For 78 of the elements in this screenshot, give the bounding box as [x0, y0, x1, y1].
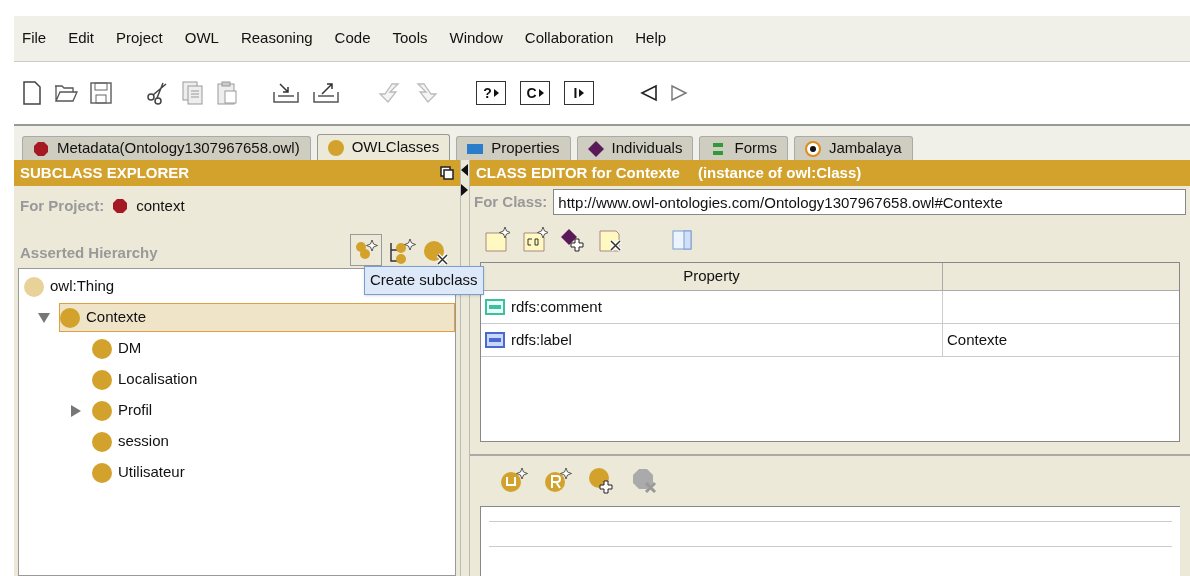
panel-subtitle: (instance of owl:Class): [697, 162, 862, 183]
panel-title: SUBCLASS EXPLORER: [20, 162, 190, 183]
section-label: Asserted Hierarchy: [20, 242, 158, 263]
column-header[interactable]: Property: [683, 265, 740, 288]
export-icon[interactable]: [312, 82, 340, 104]
tab[interactable]: Metadata(Ontology1307967658.owl): [22, 136, 311, 160]
tab[interactable]: Individuals: [576, 136, 694, 160]
tab[interactable]: Jambalaya: [793, 136, 913, 160]
class-circle-icon: [60, 307, 80, 328]
menu-item[interactable]: Help: [635, 27, 667, 50]
class-circle-icon: [92, 400, 112, 421]
project-name: context: [136, 195, 185, 216]
table-cell-text: Contexte: [947, 329, 1008, 350]
class-circle-icon: [92, 369, 112, 390]
project-label: For Project:: [20, 195, 105, 216]
tree-item[interactable]: Contexte: [59, 303, 455, 332]
tooltip: Create subclass: [364, 266, 484, 295]
diamond-icon: [587, 140, 604, 157]
menu-item[interactable]: Tools: [392, 27, 428, 50]
tab[interactable]: Properties: [456, 136, 571, 160]
open-folder-icon[interactable]: [54, 83, 78, 103]
query-button[interactable]: C: [520, 81, 550, 105]
class-circle-icon: [92, 462, 112, 483]
menu-item[interactable]: OWL: [184, 27, 219, 50]
import-icon[interactable]: [272, 82, 300, 104]
tree-item[interactable]: Profil: [91, 396, 160, 425]
menu-item[interactable]: Window: [449, 27, 503, 50]
class-circle-icon: [92, 431, 112, 452]
back-arrow-icon[interactable]: [640, 84, 658, 102]
hexagon-icon: [112, 198, 129, 214]
menu-item[interactable]: Code: [334, 27, 371, 50]
panel-title: CLASS EDITOR for Contexte: [476, 162, 680, 183]
collapsed-arrow-icon[interactable]: [70, 404, 82, 417]
new-file-icon[interactable]: [22, 81, 42, 105]
triangle-icon: [493, 89, 499, 97]
property-icon: [485, 332, 505, 348]
add-individual-icon[interactable]: [560, 227, 586, 253]
sibling-class-icon[interactable]: [388, 238, 416, 266]
menu-item[interactable]: Project: [116, 27, 163, 50]
tab[interactable]: Forms: [699, 136, 788, 160]
new-annotation-icon[interactable]: [484, 227, 510, 253]
query-button[interactable]: I: [564, 81, 594, 105]
tree-item[interactable]: Localisation: [91, 365, 205, 394]
menu-item[interactable]: Collaboration: [524, 27, 614, 50]
query-button[interactable]: ?: [476, 81, 506, 105]
restriction-icon[interactable]: [544, 467, 572, 495]
new-document-icon[interactable]: [522, 227, 548, 253]
class-circle-icon: [92, 338, 112, 359]
tree-item[interactable]: DM: [91, 334, 149, 363]
hexagon-icon: [33, 140, 49, 157]
menu-item[interactable]: Reasoning: [240, 27, 313, 50]
create-subclass-button[interactable]: [350, 234, 382, 266]
menu-item[interactable]: Edit: [68, 27, 95, 50]
delete-class-icon[interactable]: [422, 238, 450, 266]
union-class-icon[interactable]: [500, 467, 528, 495]
class-circle-icon: [24, 276, 44, 297]
delete-annotation-icon[interactable]: [598, 227, 624, 253]
class-uri-field[interactable]: http://www.owl-ontologies.com/Ontology1307967658.owl#Contexte: [553, 189, 1186, 215]
add-class-icon[interactable]: [588, 467, 616, 495]
circle-icon: [327, 139, 344, 156]
collapse-arrow-icon[interactable]: [461, 164, 468, 198]
tree-item[interactable]: Utilisateur: [91, 458, 192, 487]
window-icon[interactable]: [440, 166, 454, 180]
forward-arrow-icon[interactable]: [670, 84, 688, 102]
table-cell-text: rdfs:comment: [511, 296, 602, 317]
for-class-label: For Class:: [474, 191, 548, 212]
triangle-icon: [579, 89, 585, 97]
subclass-sparkle-icon: [354, 239, 378, 261]
table-cell-text: rdfs:label: [511, 329, 572, 350]
tree-item[interactable]: session: [91, 427, 176, 456]
save-icon[interactable]: [90, 82, 112, 104]
target-icon: [804, 140, 821, 157]
tab[interactable]: OWLClasses: [316, 134, 451, 160]
tree-item[interactable]: owl:Thing: [23, 272, 122, 301]
triangle-icon: [538, 89, 544, 97]
property-icon: [485, 299, 505, 315]
expanded-arrow-icon[interactable]: [38, 311, 50, 324]
menu-item[interactable]: File: [22, 27, 47, 50]
